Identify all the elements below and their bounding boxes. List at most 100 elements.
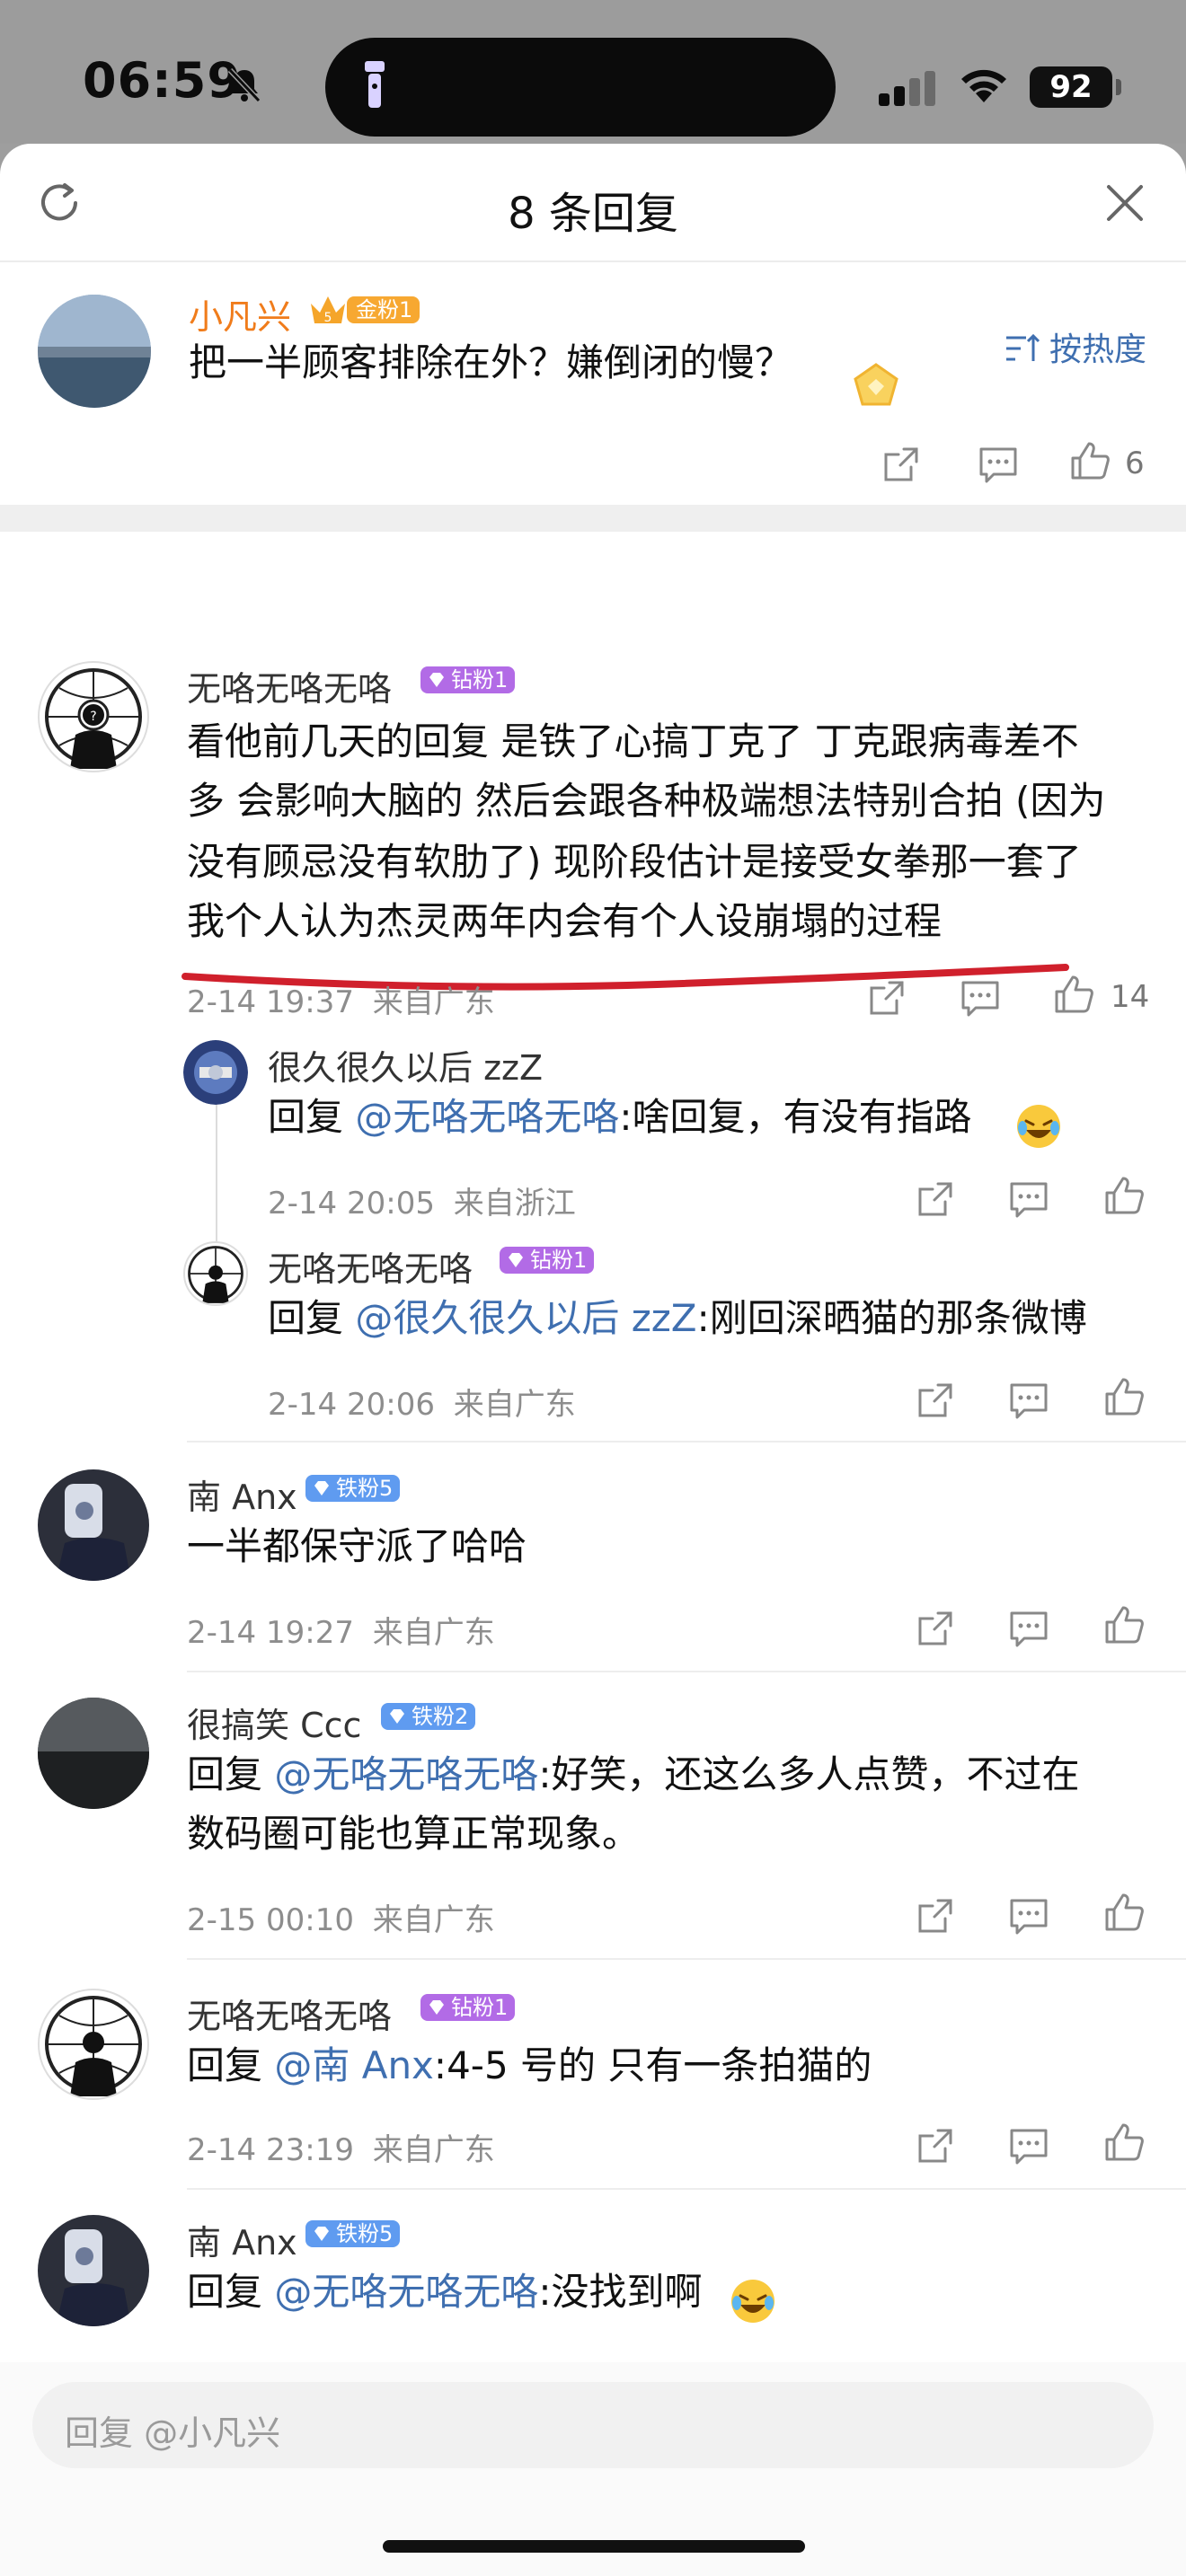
- mention-link[interactable]: @无咯无咯无咯: [355, 1095, 619, 1139]
- like-icon[interactable]: [1102, 2120, 1146, 2165]
- bell-muted-icon: [227, 67, 261, 103]
- sort-icon[interactable]: [1003, 331, 1040, 366]
- share-icon[interactable]: [864, 975, 909, 1020]
- like-icon[interactable]: [1102, 1173, 1146, 1218]
- author-name[interactable]: 小凡兴: [189, 289, 291, 339]
- reply-input[interactable]: 回复 @小凡兴: [32, 2382, 1154, 2468]
- author-name[interactable]: 很搞笑 Ccc: [187, 1698, 361, 1747]
- fan-badge-label: 铁粉5: [336, 1476, 394, 1501]
- avatar[interactable]: [38, 1698, 149, 1809]
- mention-link[interactable]: @无咯无咯无咯: [274, 2270, 538, 2314]
- fan-badge-label: 铁粉5: [336, 2221, 394, 2246]
- mention-link[interactable]: @很久很久以后 zzZ: [355, 1296, 696, 1340]
- avatar[interactable]: [183, 1040, 248, 1105]
- comment-icon[interactable]: [1006, 1606, 1051, 1651]
- author-name[interactable]: 无咯无咯无咯: [268, 1241, 473, 1291]
- avatar[interactable]: [38, 1469, 149, 1581]
- dynamic-island: [325, 38, 836, 137]
- share-icon[interactable]: [913, 2123, 958, 2168]
- home-indicator[interactable]: [383, 2540, 805, 2553]
- share-icon[interactable]: [913, 1378, 958, 1423]
- separator: [187, 1441, 1186, 1442]
- like-icon[interactable]: [1102, 1602, 1146, 1647]
- like-icon[interactable]: [1102, 1374, 1146, 1419]
- author-name[interactable]: 无咯无咯无咯: [187, 661, 392, 710]
- fan-badge: 铁粉2: [381, 1703, 476, 1730]
- original-comment: 小凡兴 5 金粉1 把一半顾客排除在外？嫌倒闭的慢？ 6: [0, 262, 1186, 505]
- sort-by-hot-button[interactable]: 按热度: [1049, 323, 1146, 370]
- comment-text-line: 我个人认为杰灵两年内会有个人设崩塌的过程: [187, 899, 943, 943]
- fan-badge-label: 铁粉2: [412, 1704, 469, 1729]
- cellular-signal-icon: [879, 71, 935, 106]
- comment-icon[interactable]: [1006, 1177, 1051, 1222]
- diamond-icon: [314, 2227, 329, 2241]
- like-icon[interactable]: [1102, 1890, 1146, 1935]
- comment-date: 2-14 20:05: [268, 1186, 435, 1222]
- comment-text-line: 看他前几天的回复 是铁了心搞丁克了 丁克跟病毒差不: [187, 719, 1079, 763]
- mention-link[interactable]: @南 Anx: [274, 2043, 434, 2087]
- reply-body: :好笑，还这么多人点赞，不过在: [538, 1752, 1080, 1796]
- share-icon[interactable]: [913, 1606, 958, 1651]
- svg-text:?: ?: [90, 710, 96, 724]
- like-icon[interactable]: [1051, 972, 1096, 1017]
- comment-date: 2-14 23:19: [187, 2132, 354, 2168]
- comment-text: 回复 @无咯无咯无咯:好笑，还这么多人点赞，不过在: [187, 1746, 1080, 1804]
- sheet-title: 8 条回复: [508, 189, 678, 239]
- close-icon[interactable]: [1102, 180, 1148, 226]
- comment-date: 2-15 00:10: [187, 1902, 354, 1938]
- status-bar: 06:59 92: [0, 0, 1186, 144]
- author-name[interactable]: 无咯无咯无咯: [187, 1989, 392, 2038]
- comment-location: 来自广东: [372, 2132, 495, 2168]
- avatar[interactable]: [183, 1241, 248, 1306]
- comment-text: 回复 @无咯无咯无咯:没找到啊: [187, 2263, 703, 2321]
- battery-indicator: 92: [1030, 66, 1112, 108]
- author-name[interactable]: 很久很久以后 zzZ: [268, 1040, 543, 1090]
- fan-badge: 金粉1: [347, 296, 420, 323]
- reply-prefix: 回复: [187, 2270, 275, 2314]
- share-icon[interactable]: [879, 442, 924, 487]
- diamond-icon: [509, 1253, 523, 1267]
- comment-meta: 2-14 23:19 来自广东: [187, 2125, 495, 2169]
- comment-location: 来自广东: [453, 1387, 576, 1423]
- share-icon[interactable]: [913, 1177, 958, 1222]
- reply-input-placeholder: 回复 @小凡兴: [65, 2413, 281, 2453]
- reply-prefix: 回复: [187, 1752, 275, 1796]
- comment-icon[interactable]: [1006, 2123, 1051, 2168]
- comment-date: 2-14 20:06: [268, 1387, 435, 1423]
- comment-icon[interactable]: [958, 975, 1003, 1020]
- reply-prefix: 回复: [268, 1296, 356, 1340]
- comment-text: 回复 @很久很久以后 zzZ:刚回深晒猫的那条微博: [268, 1290, 1087, 1347]
- laughing-emoji-icon: [731, 2280, 774, 2323]
- hot-badge-icon: [854, 363, 898, 406]
- status-time: 06:59: [83, 52, 242, 109]
- comment-meta: 2-14 20:05 来自浙江: [268, 1178, 576, 1222]
- author-name[interactable]: 南 Anx: [187, 2215, 297, 2264]
- like-count: 6: [1125, 446, 1145, 481]
- avatar[interactable]: [38, 1989, 149, 2100]
- share-icon[interactable]: [913, 1893, 958, 1938]
- author-name[interactable]: 南 Anx: [187, 1469, 297, 1519]
- like-icon[interactable]: [1067, 438, 1112, 483]
- fan-badge: 钻粉1: [500, 1247, 595, 1274]
- avatar[interactable]: [38, 2215, 149, 2326]
- comment-icon[interactable]: [1006, 1893, 1051, 1938]
- sheet-header: 8 条回复: [0, 144, 1186, 262]
- mention-link[interactable]: @无咯无咯无咯: [274, 1752, 538, 1796]
- reply-body: :没找到啊: [538, 2270, 703, 2314]
- laughing-emoji-icon: [1017, 1105, 1060, 1148]
- comment-icon[interactable]: [1006, 1378, 1051, 1423]
- separator: [187, 1671, 1186, 1672]
- avatar[interactable]: ?: [38, 661, 149, 772]
- comment-icon[interactable]: [976, 442, 1021, 487]
- fan-badge-label: 钻粉1: [451, 1995, 509, 2020]
- section-divider: [0, 505, 1186, 532]
- fan-badge-label: 金粉1: [356, 297, 413, 322]
- diamond-icon: [314, 1481, 329, 1495]
- comment-text: 回复 @南 Anx:4-5 号的 只有一条拍猫的: [187, 2037, 872, 2095]
- avatar[interactable]: [38, 295, 151, 408]
- separator: [187, 1958, 1186, 1960]
- fan-badge: 铁粉5: [305, 1475, 401, 1502]
- comment-text-line: 没有顾忌没有软肋了) 现阶段估计是接受女拳那一套了: [187, 840, 1082, 884]
- comment-meta: 2-14 20:06 来自广东: [268, 1380, 576, 1424]
- comment-text: 回复 @无咯无咯无咯:啥回复，有没有指路: [268, 1089, 972, 1146]
